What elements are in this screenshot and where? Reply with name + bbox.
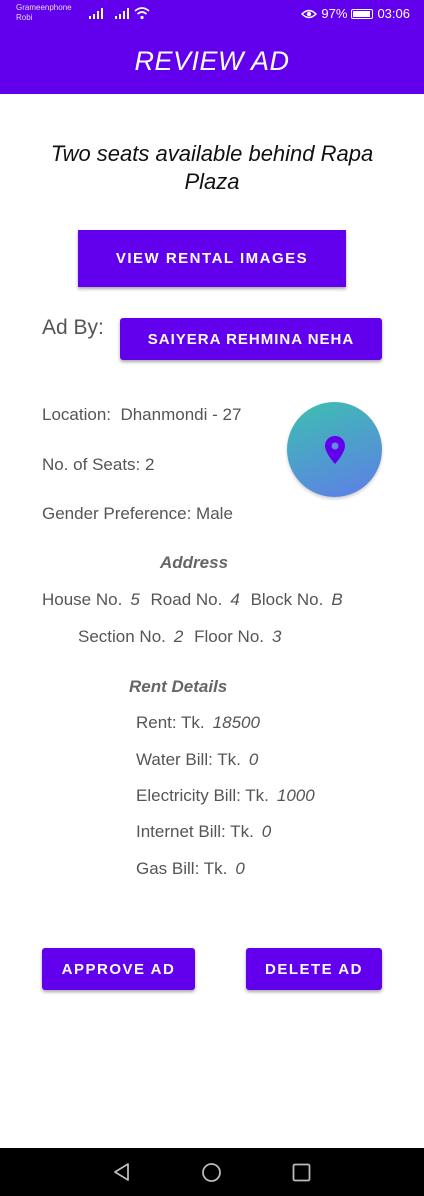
eye-icon [301,9,318,18]
gas-bill-value: 0 [235,859,245,878]
carrier-info: Grameenphone Robi [16,3,72,23]
recents-square-icon[interactable] [292,1163,311,1182]
location-pin-icon [324,435,345,464]
rent-details-heading: Rent Details [129,677,228,696]
status-bar: Grameenphone Robi 97% 03:06 [0,0,424,28]
battery-percent: 97% [321,6,348,21]
rent-row: Rent: Tk. 18500 [136,713,266,733]
house-value: 5 [130,590,140,609]
wifi-icon [134,7,150,20]
electricity-bill-value: 1000 [276,786,315,805]
road-value: 4 [230,590,240,609]
seats-row: No. of Seats: 2 [42,455,154,475]
map-button[interactable] [287,402,382,497]
block-label: Block No. [250,590,324,609]
rent-label: Rent: Tk. [136,713,205,732]
delete-ad-button[interactable]: DELETE AD [246,948,382,990]
clock: 03:06 [377,6,410,21]
ad-by-label: Ad By: [42,316,104,339]
seats-label: No. of Seats: [42,455,141,474]
internet-bill-value: 0 [261,822,272,841]
water-bill-label: Water Bill: Tk. [136,750,241,769]
carrier-name-1: Grameenphone [16,3,72,12]
gender-row: Gender Preference: Male [42,504,233,524]
location-label: Location: [42,405,111,424]
location-value: Dhanmondi - 27 [120,405,242,424]
electricity-bill-row: Electricity Bill: Tk. 1000 [136,786,321,806]
section-label: Section No. [78,627,166,646]
internet-bill-label: Internet Bill: Tk. [136,822,254,841]
water-bill-row: Water Bill: Tk. 0 [136,750,264,770]
gender-label: Gender Preference: [42,504,192,523]
system-nav-bar [0,1148,424,1196]
road-label: Road No. [150,590,223,609]
battery-icon [351,8,374,19]
gas-bill-row: Gas Bill: Tk. 0 [136,859,251,879]
block-value: B [331,590,343,609]
gender-value: Male [196,504,233,523]
page-title: REVIEW AD [134,45,290,76]
floor-label: Floor No. [194,627,265,646]
rent-value: 18500 [212,713,260,732]
location-row: Location: Dhanmondi - 27 [42,405,241,425]
water-bill-value: 0 [248,750,259,769]
advertiser-name-button[interactable]: SAIYERA REHMINA NEHA [120,318,382,360]
approve-ad-button[interactable]: APPROVE AD [42,948,195,990]
view-rental-images-button[interactable]: VIEW RENTAL IMAGES [78,230,346,287]
internet-bill-row: Internet Bill: Tk. 0 [136,822,277,842]
signal-icon-2 [115,8,129,19]
gas-bill-label: Gas Bill: Tk. [136,859,228,878]
home-circle-icon[interactable] [201,1162,222,1183]
address-row-1: House No. 5 Road No. 4 Block No. B [42,590,349,610]
signal-icon [89,8,103,19]
ad-title: Two seats available behind Rapa Plaza [50,141,374,194]
electricity-bill-label: Electricity Bill: Tk. [136,786,269,805]
address-heading: Address [160,553,229,572]
address-row-2: Section No. 2 Floor No. 3 [78,627,287,647]
back-triangle-icon[interactable] [112,1162,132,1182]
house-label: House No. [42,590,123,609]
carrier-name-2: Robi [16,13,33,22]
seats-value: 2 [145,455,155,474]
section-value: 2 [173,627,184,646]
floor-value: 3 [272,627,282,646]
app-bar: REVIEW AD [0,28,424,94]
